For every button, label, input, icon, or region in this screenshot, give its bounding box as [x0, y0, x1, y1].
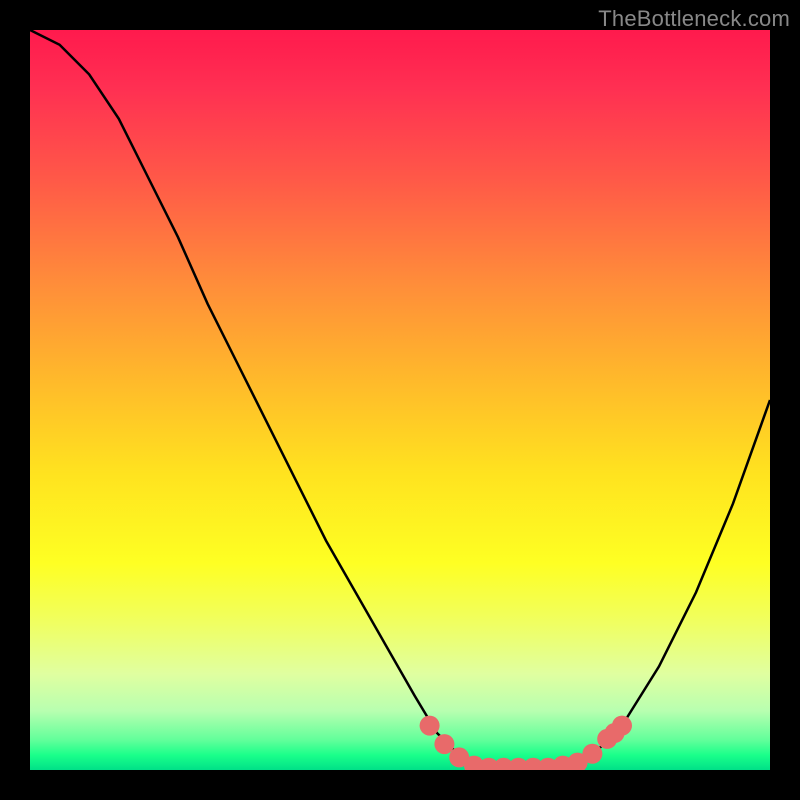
highlight-point: [434, 734, 454, 754]
chart-svg: [30, 30, 770, 770]
highlight-points: [420, 716, 632, 770]
bottleneck-curve: [30, 30, 770, 770]
watermark-label: TheBottleneck.com: [598, 6, 790, 32]
plot-area: [30, 30, 770, 770]
chart-container: TheBottleneck.com: [0, 0, 800, 800]
highlight-point: [612, 716, 632, 736]
highlight-point: [582, 744, 602, 764]
highlight-point: [420, 716, 440, 736]
